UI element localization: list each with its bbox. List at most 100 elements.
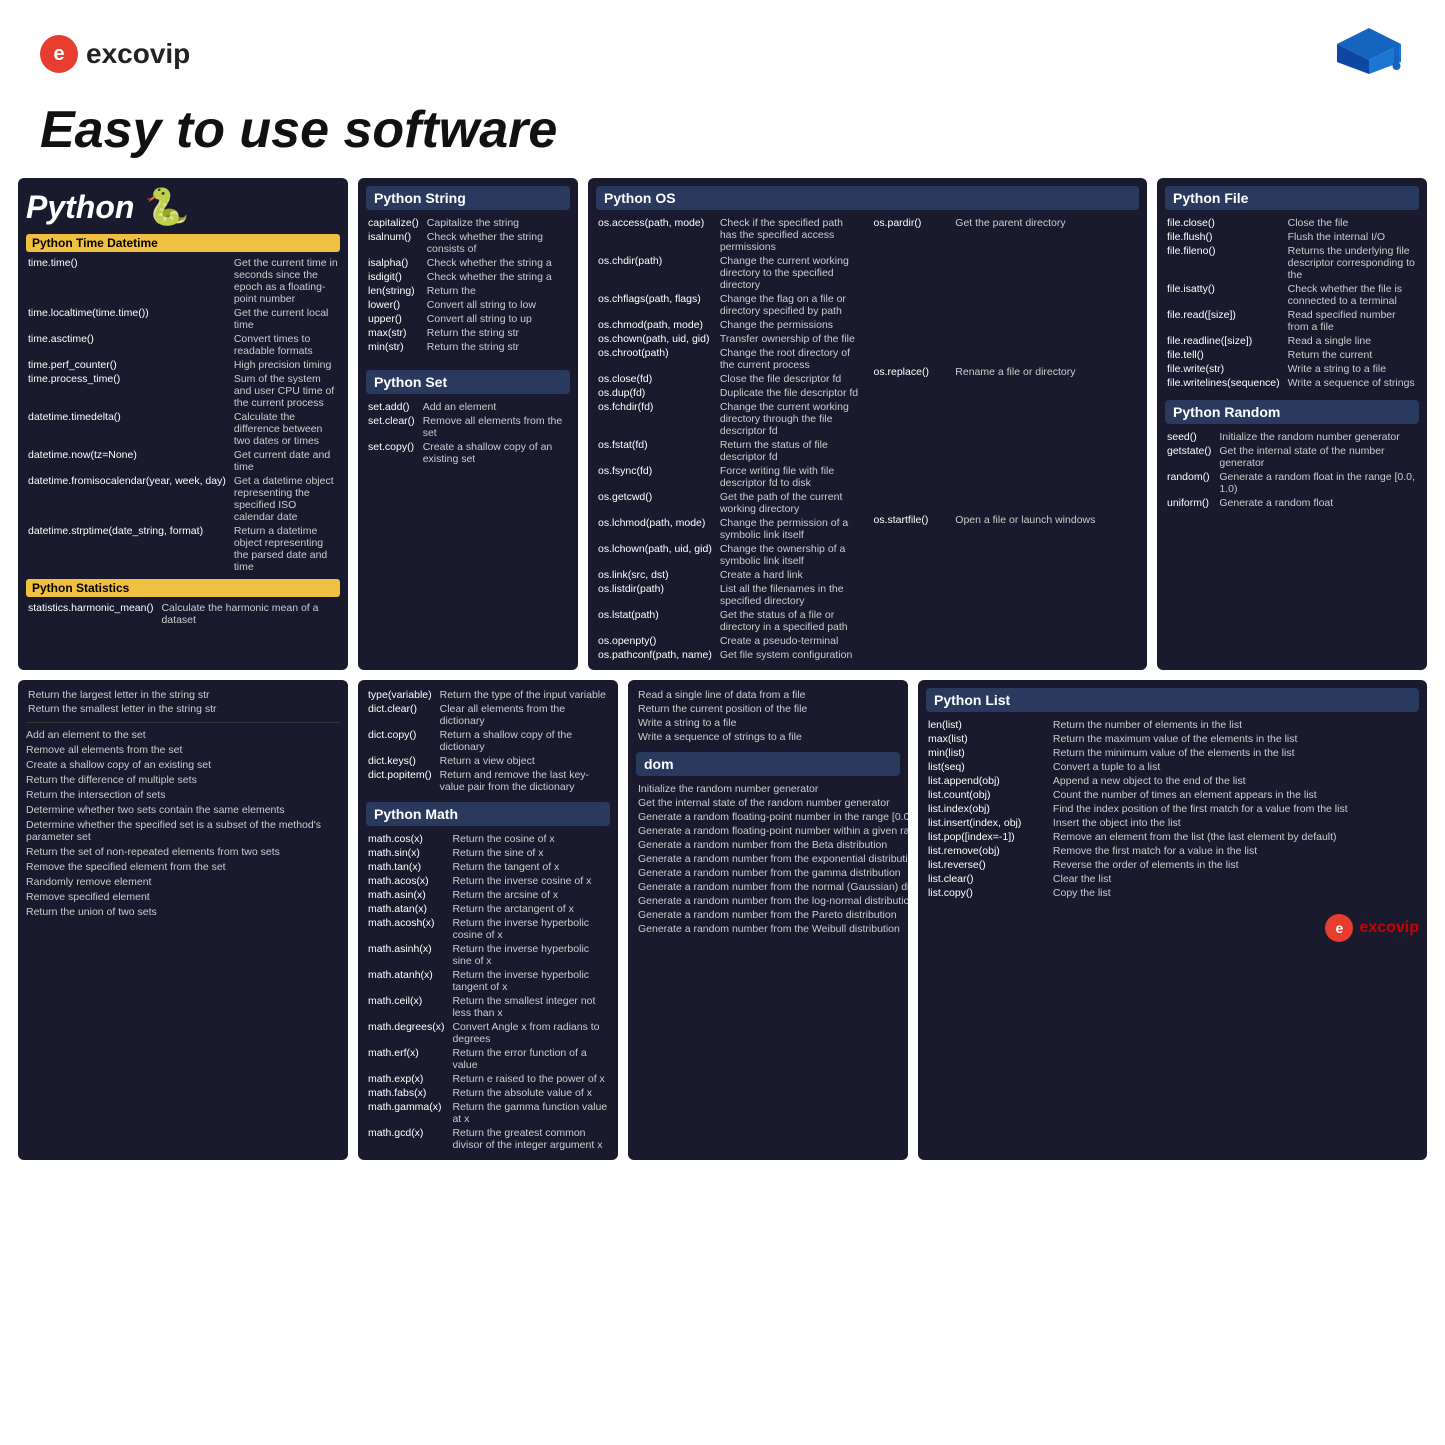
table-row: os.replace()Rename a file or directory	[872, 365, 1140, 514]
main-title: Easy to use software	[0, 100, 1445, 178]
statistics-title: Python Statistics	[26, 579, 340, 597]
table-row: Return the largest letter in the string …	[26, 688, 340, 702]
table-row: math.exp(x)Return e raised to the power …	[366, 1072, 610, 1086]
table-row: min(list)Return the minimum value of the…	[926, 746, 1419, 760]
table-row: os.chmod(path, mode)Change the permissio…	[596, 318, 864, 332]
table-row: set.clear()Remove all elements from the …	[366, 414, 570, 440]
python-card: Python 🐍 Python Time Datetime time.time(…	[18, 178, 348, 670]
string-title: Python String	[366, 186, 570, 210]
datetime-table: time.time()Get the current time in secon…	[26, 256, 340, 574]
table-row: Generate a random number from the Pareto…	[636, 908, 908, 922]
file-card: Python File file.close()Close the file f…	[1157, 178, 1427, 670]
table-row: Generate a random number from the expone…	[636, 852, 908, 866]
table-row: Read a single line of data from a file	[636, 688, 900, 702]
table-row: Generate a random floating-point number …	[636, 810, 908, 824]
table-row: list.remove(obj)Remove the first match f…	[926, 844, 1419, 858]
table-row: set.copy()Create a shallow copy of an ex…	[366, 440, 570, 466]
random-dom-table: Initialize the random number generator G…	[636, 782, 908, 936]
table-row: list.pop([index=-1])Remove an element fr…	[926, 830, 1419, 844]
table-row: os.chflags(path, flags)Change the flag o…	[596, 292, 864, 318]
table-row: statistics.harmonic_mean()Calculate the …	[26, 601, 340, 627]
python-header: Python 🐍	[26, 186, 340, 228]
table-row: file.read([size])Read specified number f…	[1165, 308, 1419, 334]
table-row: Return the smallest letter in the string…	[26, 702, 340, 716]
table-row: list.append(obj)Append a new object to t…	[926, 774, 1419, 788]
table-row: list.copy()Copy the list	[926, 886, 1419, 900]
table-row: len(list)Return the number of elements i…	[926, 718, 1419, 732]
table-row: os.getcwd()Get the path of the current w…	[596, 490, 864, 516]
table-row: Write a sequence of strings to a file	[636, 730, 900, 744]
footer-logo-icon: e	[1325, 914, 1353, 942]
table-row: os.fchdir(fd)Change the current working …	[596, 400, 864, 438]
table-row: time.perf_counter()High precision timing	[26, 358, 340, 372]
random-table: seed()Initialize the random number gener…	[1165, 430, 1419, 510]
table-row: seed()Initialize the random number gener…	[1165, 430, 1419, 444]
table-row: math.ceil(x)Return the smallest integer …	[366, 994, 610, 1020]
table-row: time.process_time()Sum of the system and…	[26, 372, 340, 410]
logo: e excovip	[40, 35, 190, 73]
table-row: getstate()Get the internal state of the …	[1165, 444, 1419, 470]
bottom-string-continued: Return the largest letter in the string …	[26, 688, 340, 716]
table-row: math.cos(x)Return the cosine of x	[366, 832, 610, 846]
random-title: Python Random	[1165, 400, 1419, 424]
table-row: list.count(obj)Count the number of times…	[926, 788, 1419, 802]
table-row: type(variable)Return the type of the inp…	[366, 688, 610, 702]
table-row: time.localtime(time.time())Get the curre…	[26, 306, 340, 332]
table-row: os.lchmod(path, mode)Change the permissi…	[596, 516, 864, 542]
table-row: random()Generate a random float in the r…	[1165, 470, 1419, 496]
table-row: Generate a random number from the normal…	[636, 880, 908, 894]
table-row: list.reverse()Reverse the order of eleme…	[926, 858, 1419, 872]
os-card: Python OS os.access(path, mode)Check if …	[588, 178, 1147, 670]
table-row: file.write(str)Write a string to a file	[1165, 362, 1419, 376]
footer-logo-text: excovip	[1359, 919, 1419, 937]
file-table: file.close()Close the file file.flush()F…	[1165, 216, 1419, 390]
table-row: os.openpty()Create a pseudo-terminal	[596, 634, 864, 648]
table-row: min(str)Return the string str	[366, 340, 570, 354]
table-row: file.close()Close the file	[1165, 216, 1419, 230]
table-row: os.chroot(path)Change the root directory…	[596, 346, 864, 372]
table-row: os.pathconf(path, name)Get file system c…	[596, 648, 864, 662]
table-row: capitalize()Capitalize the string	[366, 216, 570, 230]
table-row: math.acos(x)Return the inverse cosine of…	[366, 874, 610, 888]
table-row: file.fileno()Returns the underlying file…	[1165, 244, 1419, 282]
list-table: len(list)Return the number of elements i…	[926, 718, 1419, 900]
table-row: dict.popitem()Return and remove the last…	[366, 768, 610, 794]
table-row: math.atanh(x)Return the inverse hyperbol…	[366, 968, 610, 994]
table-row: lower()Convert all string to low	[366, 298, 570, 312]
table-row: os.listdir(path)List all the filenames i…	[596, 582, 864, 608]
random-dom-title: dom	[636, 752, 900, 776]
table-row: math.degrees(x)Convert Angle x from radi…	[366, 1020, 610, 1046]
table-row: os.fstat(fd)Return the status of file de…	[596, 438, 864, 464]
statistics-table: statistics.harmonic_mean()Calculate the …	[26, 601, 340, 627]
table-row: Generate a random number from the Weibul…	[636, 922, 908, 936]
table-row: Generate a random number from the log-no…	[636, 894, 908, 908]
table-row: Generate a random number from the gamma …	[636, 866, 908, 880]
table-row: os.dup(fd)Duplicate the file descriptor …	[596, 386, 864, 400]
table-row: os.lchown(path, uid, gid)Change the owne…	[596, 542, 864, 568]
bottom-list: Python List len(list)Return the number o…	[918, 680, 1427, 1160]
table-row: Write a string to a file	[636, 716, 900, 730]
datetime-title: Python Time Datetime	[26, 234, 340, 252]
table-row: time.asctime()Convert times to readable …	[26, 332, 340, 358]
table-row: file.tell()Return the current	[1165, 348, 1419, 362]
file-title: Python File	[1165, 186, 1419, 210]
logo-text: excovip	[86, 38, 190, 70]
bottom-col3: Read a single line of data from a file R…	[628, 680, 908, 1160]
python-snake-icon: 🐍	[144, 186, 189, 228]
table-row: datetime.timedelta()Calculate the differ…	[26, 410, 340, 448]
table-row: datetime.strptime(date_string, format)Re…	[26, 524, 340, 574]
table-row: os.lstat(path)Get the status of a file o…	[596, 608, 864, 634]
table-row: Get the internal state of the random num…	[636, 796, 908, 810]
table-row: max(list)Return the maximum value of the…	[926, 732, 1419, 746]
logo-icon: e	[40, 35, 78, 73]
math-table: math.cos(x)Return the cosine of x math.s…	[366, 832, 610, 1152]
os-table-right: os.pardir()Get the parent directory os.r…	[872, 216, 1140, 662]
graduation-icon	[1333, 18, 1405, 90]
table-row: list.insert(index, obj)Insert the object…	[926, 816, 1419, 830]
table-row: os.close(fd)Close the file descriptor fd	[596, 372, 864, 386]
table-row: math.gamma(x)Return the gamma function v…	[366, 1100, 610, 1126]
file-continued: Read a single line of data from a file R…	[636, 688, 900, 744]
table-row: os.startfile()Open a file or launch wind…	[872, 513, 1140, 662]
table-row: Generate a random number from the Beta d…	[636, 838, 908, 852]
table-row: isalnum()Check whether the string consis…	[366, 230, 570, 256]
